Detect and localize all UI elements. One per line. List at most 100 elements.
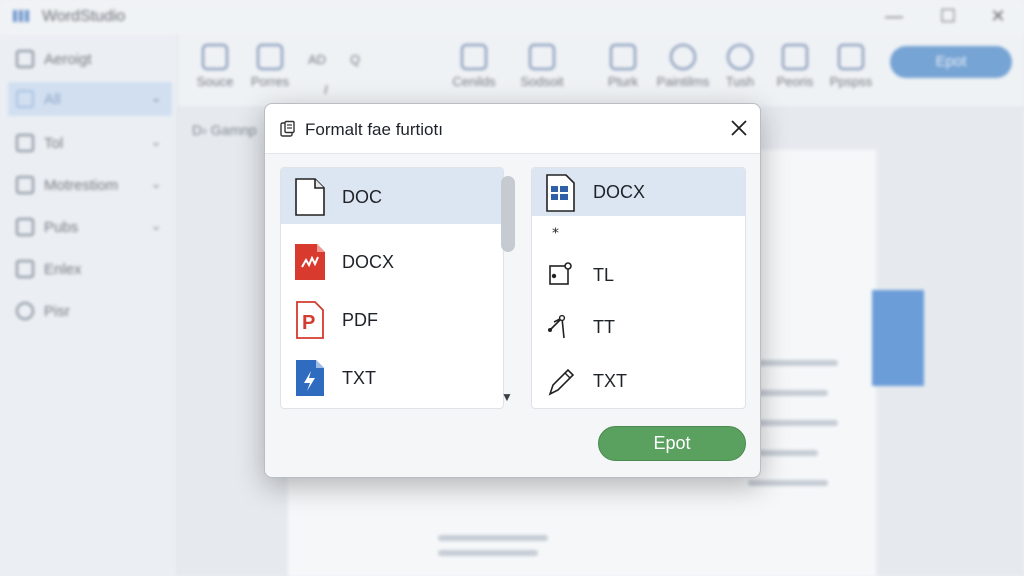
sidebar-item-label: Aeroigt [44,51,92,68]
target-format-list: DOCX ⁎ TL TT TXT [531,167,746,409]
sidebar-item-motrestiom[interactable]: Motrestiom ⌄ [8,168,172,202]
sidebar-item-aeroigt[interactable]: Aeroigt [8,42,172,76]
sidebar-item-enlex[interactable]: Enlex [8,252,172,286]
app-title: WordStudio [42,8,126,25]
sidebar-item-label: Pubs [44,219,79,236]
docx-file-icon [295,244,325,280]
document-image [872,290,924,386]
text-line [438,550,538,556]
list-item-doc[interactable]: DOC [281,168,503,224]
ribbon-label: Pturk [607,74,639,89]
list-item-label: TXT [342,368,376,388]
sidebar: Aeroigt All ⌄ Tol ⌄ Motrestiom ⌄ Pubs ⌄ … [0,34,178,576]
sidebar-item-tol[interactable]: Tol ⌄ [8,126,172,160]
grid-icon [838,44,864,70]
sidebar-item-all[interactable]: All ⌄ [8,82,172,116]
close-app-button[interactable]: ✕ [984,6,1012,28]
source-icon [202,44,228,70]
list-icon [16,260,34,278]
ribbon-label: Peoris [776,74,814,89]
branch-icon [548,314,566,339]
ribbon-label: Cenilds [452,74,496,89]
source-format-list: DOC DOCX P PDF TXT [280,167,504,409]
title-bar: WordStudio — ☐ ✕ [0,0,1024,34]
close-icon[interactable] [727,116,751,140]
picture-icon [610,44,636,70]
print-icon [782,44,808,70]
sidebar-item-pubs[interactable]: Pubs ⌄ [8,210,172,244]
dialog-title: Formalt fae furtiotı [305,120,443,139]
ribbon-label: Paintilms [656,74,710,89]
ribbon-label: Porres [250,74,290,89]
list-item-txt[interactable]: TXT [281,349,503,405]
italic-button[interactable]: I [324,82,328,97]
breadcrumb: D› Gamnp [192,122,257,138]
list-item-label: DOCX [593,182,646,202]
ribbon-find-button[interactable]: Cenilds [446,44,502,89]
sidebar-item-label: Motrestiom [44,177,119,194]
reload-icon [16,302,34,320]
gallery-icon [16,176,34,194]
ribbon-clock-button[interactable]: Tush [722,44,758,89]
text-line [748,420,838,426]
list-item-label: TXT [593,371,627,391]
edit-icon [16,50,34,68]
list-item-label: DOC [342,187,382,207]
ribbon-layout-button[interactable]: Sodsoit [512,44,572,89]
dialog-header: Formalt fae furtiotı [265,104,760,154]
list-item-tt[interactable]: TT [532,298,745,354]
doc-file-icon [295,178,325,216]
layout-icon [529,44,555,70]
export-button[interactable]: Epot [598,426,746,461]
search-button[interactable]: Q [350,52,360,67]
list-item-tl[interactable]: TL [532,246,745,302]
list-item-label: TL [593,265,615,285]
ribbon-source-button[interactable]: Souce [192,44,238,89]
txt-file-icon [296,360,324,396]
sidebar-item-pisr[interactable]: Pisr [8,294,172,328]
list-item-docx[interactable]: DOCX [281,233,503,289]
ribbon-label: Souce [196,74,234,89]
chevron-down-icon: ⌄ [150,175,162,191]
pencil-icon [548,368,575,396]
ribbon-picture-button[interactable]: Pturk [598,44,648,89]
clipboard-icon [280,120,295,137]
node-icon [549,262,572,285]
book-icon [16,218,34,236]
maximize-button[interactable]: ☐ [934,6,962,28]
ribbon-label: Sodsoit [520,74,564,89]
export-top-button[interactable]: Epot [890,46,1012,78]
app-logo-icon [13,10,29,22]
document-icon [16,134,34,152]
clock-icon [727,44,753,70]
table-file-icon [546,174,575,212]
list-item-pdf[interactable]: P PDF [281,291,503,347]
sidebar-item-label: Enlex [44,261,82,278]
text-line [438,535,548,541]
font-size-button[interactable]: AD [308,52,326,67]
list-item-docx-target[interactable]: DOCX [532,168,745,216]
find-icon [461,44,487,70]
list-item-txt-target[interactable]: TXT [532,352,745,408]
sparkle-icon: ⁎ [552,220,559,236]
scrollbar-thumb[interactable] [501,176,515,252]
ribbon-paint-button[interactable]: Paintilms [652,44,714,89]
text-line [748,480,828,486]
sidebar-item-label: Tol [44,135,64,152]
folder-icon [16,90,34,108]
ribbon-print-button[interactable]: Peoris [772,44,818,89]
chevron-down-icon: ⌄ [150,133,162,149]
list-item-label: PDF [342,310,378,330]
scroll-down-icon[interactable]: ▼ [501,390,513,404]
sidebar-item-label: All [44,91,61,108]
ribbon-label: Ppspss [829,74,873,89]
paint-icon [670,44,696,70]
ribbon-label: Tush [725,74,755,89]
ribbon-grid-button[interactable]: Ppspss [828,44,874,89]
format-dialog: Formalt fae furtiotı DOC DOCX P PDF TXT … [264,103,761,478]
chevron-down-icon: ⌄ [150,217,162,233]
list-item-label: DOCX [342,252,395,272]
ribbon-properties-button[interactable]: Porres [246,44,294,89]
list-item-label: TT [593,317,615,337]
minimize-button[interactable]: — [880,6,908,28]
